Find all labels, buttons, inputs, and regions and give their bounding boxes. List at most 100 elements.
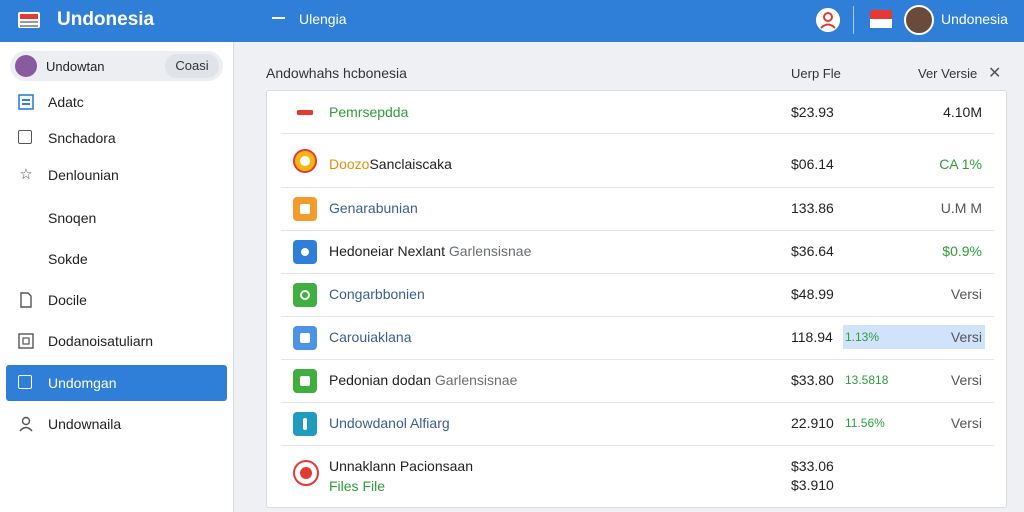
app-icon xyxy=(293,412,317,436)
row-price-secondary: $3.910 xyxy=(791,477,834,493)
sidebar-item-label: Denlounian xyxy=(48,167,119,183)
table-row[interactable]: Hedoneiar Nexlant Garlensisnae $36.64 $0… xyxy=(281,231,994,274)
row-name-main: Sanclaiscaka xyxy=(369,156,452,172)
row-price: $33.06 xyxy=(791,458,834,474)
user-name[interactable]: Undonesia xyxy=(941,11,1008,27)
flag-icon[interactable] xyxy=(870,10,892,28)
row-price: $23.93 xyxy=(791,104,834,120)
box-icon xyxy=(18,375,32,389)
sidebar-item-label: Undownaila xyxy=(48,416,122,432)
table-row[interactable]: Pedonian dodan Garlensisnae $33.80 13.58… xyxy=(281,360,994,403)
app-icon xyxy=(293,283,317,307)
avatar xyxy=(15,55,37,77)
row-name: Undowdanol Alfiarg xyxy=(329,415,450,431)
badge-icon xyxy=(293,460,319,486)
column-header-version[interactable]: Ver Versie xyxy=(918,66,977,81)
table-row[interactable]: Undowdanol Alfiarg 22.910 11.56% Versi xyxy=(281,403,994,446)
badge-icon xyxy=(293,149,317,173)
table-row[interactable]: Carouiaklana 118.94 1.13% Versi xyxy=(281,317,994,360)
row-name: Pemrsepdda xyxy=(329,104,409,120)
row-name: Pedonian dodan Garlensisnae xyxy=(329,372,517,388)
sidebar-item-label: Undomgan xyxy=(48,375,117,391)
row-name: Congarbbonien xyxy=(329,286,425,302)
row-change: 11.56% xyxy=(845,416,885,430)
row-price: $36.64 xyxy=(791,243,834,259)
row-name-sub: Alfiarg xyxy=(409,415,450,431)
table-row[interactable]: Genarabunian 133.86 U.M M xyxy=(281,188,994,231)
sidebar-item-adatc[interactable]: Adatc xyxy=(6,84,227,120)
sidebar-item-label: Snoqen xyxy=(48,210,97,226)
row-name: Genarabunian xyxy=(329,200,418,216)
menu-toggle-icon[interactable] xyxy=(272,17,285,19)
row-price: $33.80 xyxy=(791,372,834,388)
brand-title: Undonesia xyxy=(57,9,155,30)
row-name-sub: Garlensisnae xyxy=(434,372,518,388)
sidebar-user-button[interactable]: Coasi xyxy=(165,54,219,78)
star-icon: ☆ xyxy=(19,166,33,183)
file-table: Pemrsepdda $23.93 4.10M DoozoSanclaiscak… xyxy=(266,90,1007,508)
topbar-divider xyxy=(853,6,854,34)
sidebar-item-denlounian[interactable]: ☆ Denlounian xyxy=(6,157,227,193)
sidebar-item-label: Dodanoisatuliarn xyxy=(48,333,154,349)
row-version: 4.10M xyxy=(943,104,982,120)
sidebar-item-undownaila[interactable]: Undownaila xyxy=(6,406,227,442)
tab-main[interactable]: Ulengia xyxy=(299,11,346,27)
flag-icon xyxy=(297,101,313,125)
user-icon xyxy=(19,416,33,432)
sidebar-item-label: Snchadora xyxy=(48,130,116,146)
sidebar-user-name: Undowtan xyxy=(46,59,105,74)
row-change: 13.5818 xyxy=(845,373,889,387)
brand-logo-icon xyxy=(18,12,40,28)
table-row[interactable]: Congarbbonien $48.99 Versi xyxy=(281,274,994,317)
square-icon xyxy=(18,130,32,144)
row-name-sub: Files File xyxy=(329,478,386,494)
row-name-main: Pedonian dodan xyxy=(329,372,431,388)
row-name: Hedoneiar Nexlant Garlensisnae xyxy=(329,243,531,259)
sidebar-item-sokde[interactable]: Sokde xyxy=(6,241,227,277)
sidebar-item-label: Sokde xyxy=(48,251,88,267)
sidebar-user-card[interactable]: Undowtan Coasi xyxy=(10,51,223,81)
row-name-main: Hedoneiar Nexlant xyxy=(329,243,445,259)
row-name: Unnaklann Pacionsaan xyxy=(329,458,473,474)
row-price: $48.99 xyxy=(791,286,834,302)
page-title: Andowhahs hcbonesia xyxy=(266,65,407,81)
app-icon xyxy=(293,240,317,264)
box-icon xyxy=(18,333,34,349)
close-icon[interactable]: ✕ xyxy=(988,63,1001,83)
sidebar-item-undomgan[interactable]: Undomgan xyxy=(6,365,227,401)
table-row[interactable]: Pemrsepdda $23.93 4.10M xyxy=(281,91,994,134)
row-version: Versi xyxy=(950,286,982,302)
row-name: Carouiaklana xyxy=(329,329,412,345)
top-bar: Undonesia Ulengia Undonesia xyxy=(0,0,1024,42)
row-name: DoozoSanclaiscaka xyxy=(329,156,452,172)
app-icon xyxy=(293,197,317,221)
table-row[interactable]: DoozoSanclaiscaka $06.14 CA 1% xyxy=(281,134,994,188)
sidebar-item-label: Adatc xyxy=(48,94,84,110)
row-name-sub: Garlensisnae xyxy=(448,243,532,259)
app-icon xyxy=(293,369,317,393)
row-name-main: Undowdanol xyxy=(329,415,407,431)
sidebar-item-dodanoisatuliarn[interactable]: Dodanoisatuliarn xyxy=(6,323,227,359)
table-row[interactable]: Unnaklann Pacionsaan Files File $33.06 $… xyxy=(281,446,994,506)
row-version: CA 1% xyxy=(939,156,982,172)
row-version: Versi xyxy=(950,415,982,431)
sidebar: Undowtan Coasi Adatc Snchadora ☆ Denloun… xyxy=(0,42,234,512)
sidebar-item-snchadora[interactable]: Snchadora xyxy=(6,120,227,156)
column-header-file[interactable]: Uerp Fle xyxy=(791,66,841,81)
avatar[interactable] xyxy=(904,5,934,35)
document-icon xyxy=(20,292,32,308)
sidebar-item-label: Docile xyxy=(48,292,87,308)
app-icon xyxy=(293,326,317,350)
row-version: Versi xyxy=(950,329,982,345)
row-price: 22.910 xyxy=(791,415,834,431)
row-price: 133.86 xyxy=(791,200,834,216)
row-version: Versi xyxy=(950,372,982,388)
list-icon xyxy=(18,94,34,110)
user-icon[interactable] xyxy=(816,8,840,32)
sidebar-item-snoqen[interactable]: Snoqen xyxy=(6,200,227,236)
sidebar-item-docile[interactable]: Docile xyxy=(6,282,227,318)
row-price: $06.14 xyxy=(791,156,834,172)
row-version: U.M M xyxy=(940,200,982,216)
row-price: 118.94 xyxy=(791,329,833,345)
row-name-prefix: Doozo xyxy=(329,156,370,172)
